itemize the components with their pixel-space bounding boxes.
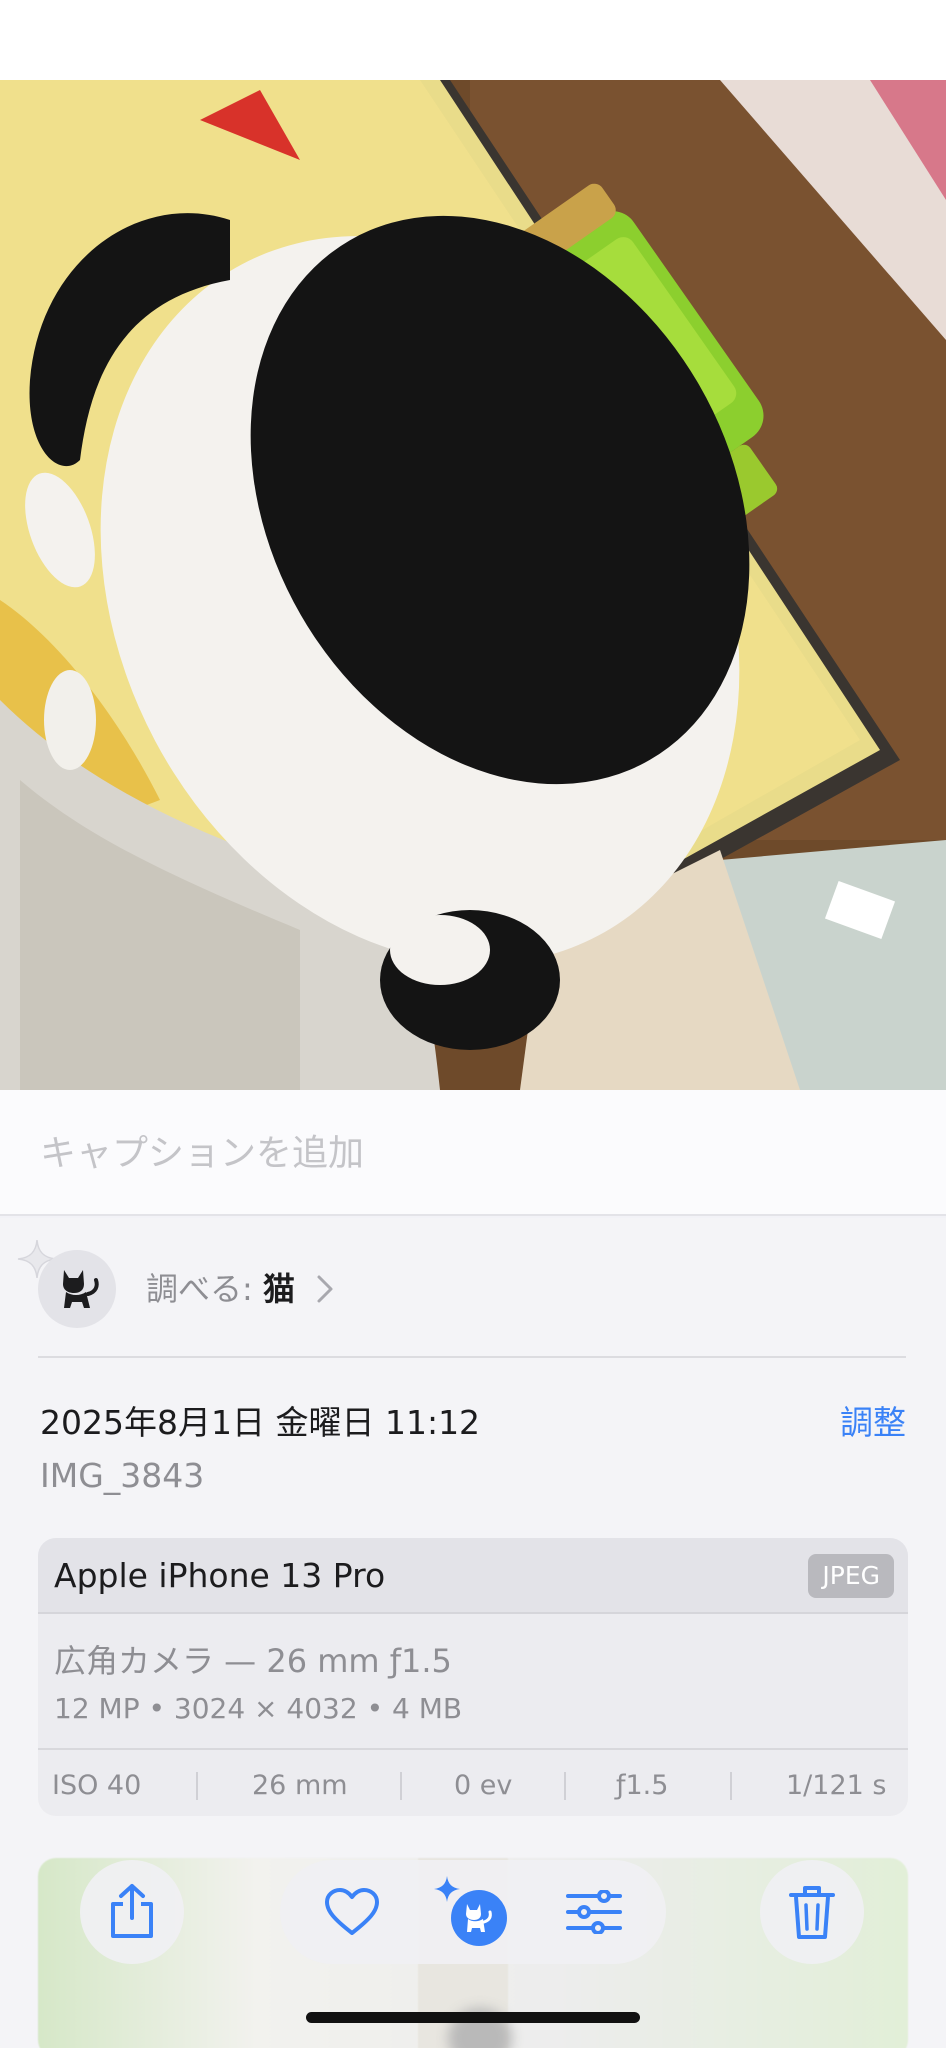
image-specs: 12 MP • 3024 × 4032 • 4 MB [54, 1692, 463, 1725]
exif-shutter: 1/121 s [786, 1770, 887, 1801]
photo-view[interactable] [0, 80, 946, 1090]
share-button[interactable] [80, 1860, 184, 1964]
exif-separator [564, 1772, 566, 1800]
exif-row: ISO 40 26 mm 0 ev ƒ1.5 1/121 s [38, 1748, 908, 1816]
chevron-right-icon [317, 1275, 333, 1303]
divider [38, 1356, 906, 1358]
camera-device: Apple iPhone 13 Pro [54, 1556, 386, 1595]
exif-iso: ISO 40 [52, 1770, 142, 1801]
photo-filename: IMG_3843 [40, 1456, 205, 1495]
exif-separator [196, 1772, 198, 1800]
cat-icon [38, 1250, 116, 1328]
favorite-button[interactable] [300, 1860, 404, 1964]
camera-info-card: Apple iPhone 13 Pro JPEG 広角カメラ — 26 mm ƒ… [38, 1538, 908, 1816]
photo-info-screen: 調べる: 猫 2025年8月1日 金曜日 11:12 調整 IMG_3843 A… [0, 0, 946, 2048]
sliders-icon [566, 1890, 622, 1934]
visual-lookup-button[interactable] [421, 1860, 525, 1964]
caption-input[interactable] [40, 1090, 900, 1216]
cat-photo [0, 80, 946, 1090]
visual-lookup-subject: 猫 [262, 1270, 295, 1308]
exif-separator [730, 1772, 732, 1800]
exif-exposure: 0 ev [454, 1770, 513, 1801]
exif-focal-length: 26 mm [252, 1770, 348, 1801]
visual-lookup-label: 調べる: 猫 [146, 1264, 295, 1310]
visual-lookup-prefix: 調べる: [146, 1270, 263, 1308]
heart-icon [325, 1888, 379, 1935]
edit-button[interactable] [542, 1860, 646, 1964]
exif-separator [400, 1772, 402, 1800]
trash-icon [789, 1886, 835, 1939]
exif-aperture: ƒ1.5 [616, 1770, 669, 1801]
camera-card-header: Apple iPhone 13 Pro JPEG [38, 1538, 908, 1614]
photo-date: 2025年8月1日 金曜日 11:12 [40, 1403, 481, 1442]
share-icon [111, 1884, 153, 1938]
status-bar-area [0, 0, 946, 80]
delete-button[interactable] [760, 1860, 864, 1964]
home-indicator[interactable] [306, 2012, 640, 2023]
visual-lookup-cat-icon [434, 1876, 507, 1946]
visual-lookup-row[interactable]: 調べる: 猫 [0, 1218, 946, 1356]
format-badge: JPEG [808, 1554, 894, 1598]
lens-info: 広角カメラ — 26 mm ƒ1.5 [54, 1642, 452, 1680]
caption-area [0, 1090, 946, 1216]
adjust-date-button[interactable]: 調整 [840, 1396, 906, 1444]
